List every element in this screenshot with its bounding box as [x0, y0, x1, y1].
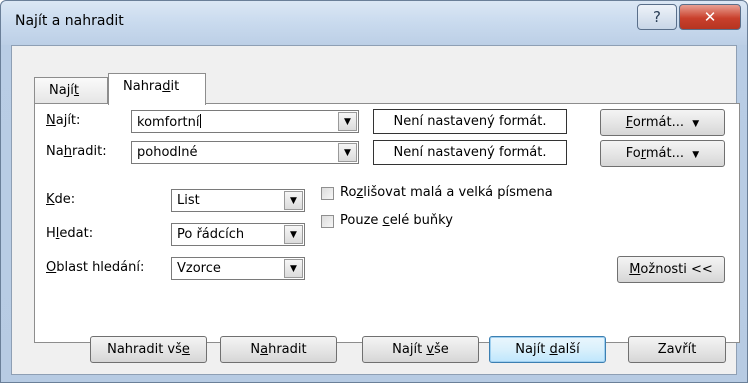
look-in-value: Vzorce	[177, 261, 221, 276]
replace-with-combobox[interactable]: pohodlné ▼	[131, 141, 359, 164]
search-dropdown-arrow-icon[interactable]: ▼	[284, 225, 303, 244]
replace-format-button[interactable]: Formát... ▼	[600, 140, 725, 167]
within-value: List	[177, 193, 200, 208]
whole-cells-checkbox[interactable]	[321, 215, 334, 228]
look-in-dropdown-arrow-icon[interactable]: ▼	[284, 259, 303, 278]
help-button[interactable]: ?	[637, 4, 677, 30]
tab-find[interactable]: Najít	[34, 77, 108, 105]
search-label: Hledat:	[46, 226, 94, 241]
find-format-button[interactable]: Formát... ▼	[600, 109, 725, 136]
window-title: Najít a nahradit	[15, 13, 124, 29]
title-bar[interactable]: Najít a nahradit ? ✕	[1, 1, 747, 45]
replace-dropdown-arrow-icon[interactable]: ▼	[338, 143, 357, 162]
within-select[interactable]: List ▼	[171, 189, 305, 212]
find-all-button[interactable]: Najít vše	[362, 336, 479, 363]
find-label: Najít:	[46, 113, 81, 128]
find-what-combobox[interactable]: komfortní ▼	[131, 110, 359, 133]
dialog-client-area: Najít Nahradit Najít: komfortní ▼ Není n…	[11, 45, 740, 375]
match-case-checkbox[interactable]	[321, 187, 334, 200]
dialog-window: Najít a nahradit ? ✕ Najít Nahradit Nají…	[0, 0, 748, 383]
look-in-label: Oblast hledání:	[46, 260, 145, 275]
look-in-select[interactable]: Vzorce ▼	[171, 257, 305, 280]
find-dropdown-arrow-icon[interactable]: ▼	[338, 112, 357, 131]
replace-tab-panel: Najít: komfortní ▼ Není nastavený formát…	[34, 103, 740, 343]
search-select[interactable]: Po řádcích ▼	[171, 223, 305, 246]
replace-button[interactable]: Nahradit	[220, 336, 337, 363]
replace-all-button[interactable]: Nahradit vše	[90, 336, 207, 363]
close-icon: ✕	[703, 8, 717, 26]
replace-format-preview: Není nastavený formát.	[373, 140, 567, 165]
within-label: Kde:	[46, 192, 76, 207]
replace-label: Nahradit:	[46, 144, 107, 159]
options-toggle-button[interactable]: Možnosti <<	[617, 256, 725, 283]
help-icon: ?	[653, 8, 661, 26]
find-next-button[interactable]: Najít další	[489, 336, 606, 363]
find-format-preview: Není nastavený formát.	[373, 109, 567, 134]
match-case-label[interactable]: Rozlišovat malá a velká písmena	[340, 185, 553, 200]
find-what-value: komfortní	[137, 115, 200, 130]
whole-cells-label[interactable]: Pouze celé buňky	[340, 213, 453, 228]
within-dropdown-arrow-icon[interactable]: ▼	[284, 191, 303, 210]
replace-with-value: pohodlné	[137, 145, 198, 160]
close-button[interactable]: Zavřít	[628, 336, 726, 363]
close-window-button[interactable]: ✕	[679, 4, 741, 30]
search-value: Po řádcích	[177, 227, 245, 242]
tab-replace[interactable]: Nahradit	[108, 73, 206, 105]
